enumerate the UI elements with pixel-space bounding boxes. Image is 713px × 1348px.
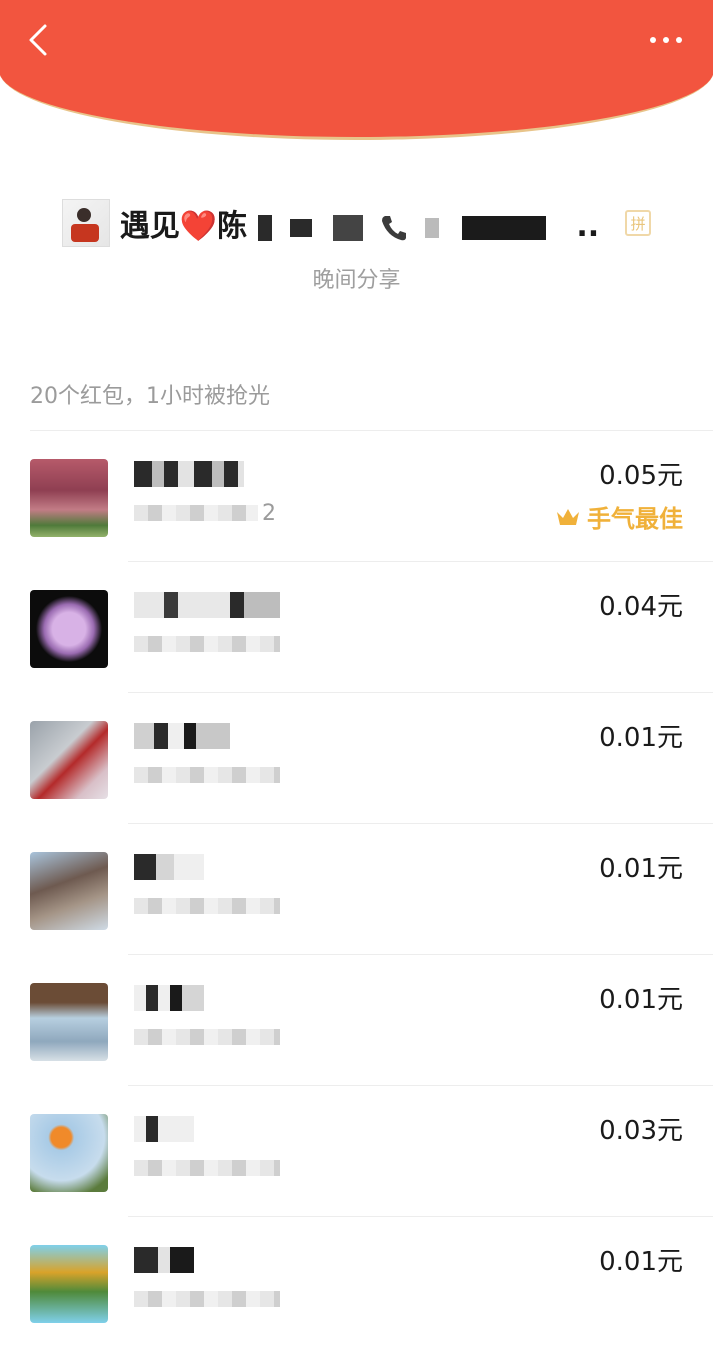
redacted-nickname xyxy=(134,1116,194,1142)
phone-icon xyxy=(382,215,406,240)
avatar[interactable] xyxy=(30,852,108,930)
avatar[interactable] xyxy=(30,1245,108,1323)
avatar[interactable] xyxy=(30,983,108,1061)
redacted-nickname xyxy=(134,723,230,749)
recipient-list: 2 0.05元 手气最佳 0.04元 0.01元 0.01元 0.01元 0.0… xyxy=(0,431,713,1348)
redacted-time xyxy=(134,1029,280,1045)
redacted-time xyxy=(134,636,280,652)
recipient-row[interactable]: 0.01元 xyxy=(0,824,713,955)
recipient-row[interactable]: 0.03元 xyxy=(0,1086,713,1217)
amount: 0.01元 xyxy=(599,1247,683,1277)
amount: 0.01元 xyxy=(599,985,683,1015)
redacted-nickname xyxy=(134,985,204,1011)
red-packet-header xyxy=(0,0,713,140)
redacted-time xyxy=(134,1291,280,1307)
avatar[interactable] xyxy=(30,721,108,799)
redacted-nickname xyxy=(134,592,280,618)
recipient-row[interactable]: 2 0.05元 手气最佳 xyxy=(0,431,713,562)
amount: 0.01元 xyxy=(599,723,683,753)
avatar[interactable] xyxy=(30,590,108,668)
amount: 0.05元 xyxy=(599,461,683,491)
redacted-nickname xyxy=(134,1247,194,1273)
sender-name-prefix: 遇见❤️陈 xyxy=(119,209,248,244)
redacted-time xyxy=(134,1160,280,1176)
redacted-time xyxy=(134,898,280,914)
crown-icon xyxy=(557,508,579,525)
redacted-name xyxy=(257,214,272,241)
redacted-name xyxy=(290,218,313,237)
time-suffix: 2 xyxy=(262,501,276,526)
more-button[interactable] xyxy=(648,30,684,50)
sender-info: 遇见❤️陈 .. 拼 xyxy=(0,198,713,248)
amount: 0.03元 xyxy=(599,1116,683,1146)
chevron-left-icon xyxy=(29,24,47,56)
avatar[interactable] xyxy=(30,459,108,537)
sender-name: 遇见❤️陈 .. xyxy=(120,201,599,245)
packet-summary: 20个红包，1小时被抢光 xyxy=(30,384,270,409)
recipient-row[interactable]: 0.04元 xyxy=(0,562,713,693)
redacted-time xyxy=(134,767,280,783)
greeting-message: 晚间分享 xyxy=(312,268,401,293)
amount: 0.04元 xyxy=(599,592,683,622)
pin-badge: 拼 xyxy=(625,210,652,236)
amount: 0.01元 xyxy=(599,854,683,884)
redacted-name xyxy=(332,214,363,241)
avatar[interactable] xyxy=(30,1114,108,1192)
sender-name-ellipsis: .. xyxy=(576,209,600,244)
recipient-row[interactable]: 0.01元 xyxy=(0,955,713,1086)
redacted-nickname xyxy=(134,461,244,487)
redacted-nickname xyxy=(134,854,204,880)
best-luck-label: 手气最佳 xyxy=(555,499,683,534)
redacted-time xyxy=(134,505,258,521)
recipient-row[interactable]: 0.01元 xyxy=(0,1217,713,1348)
sender-avatar[interactable] xyxy=(61,199,110,247)
best-luck-text: 手气最佳 xyxy=(587,505,683,533)
redacted-name xyxy=(425,217,440,238)
back-button[interactable] xyxy=(25,22,55,58)
recipient-row[interactable]: 0.01元 xyxy=(0,693,713,824)
redacted-name xyxy=(461,215,546,240)
more-horizontal-icon xyxy=(650,37,682,43)
